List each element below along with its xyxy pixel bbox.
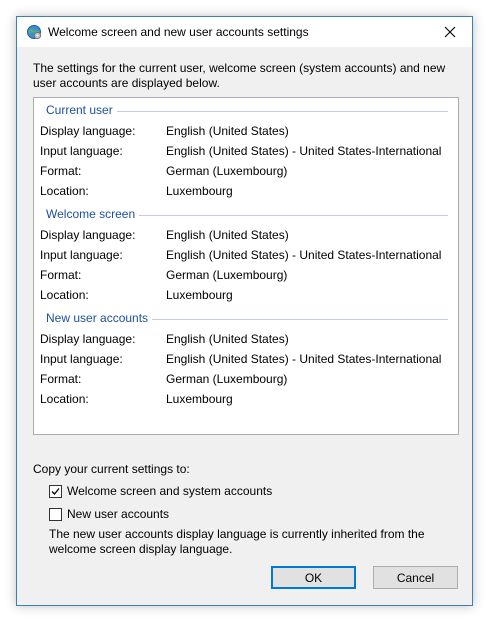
checkbox-box[interactable] xyxy=(49,507,62,521)
setting-label: Display language: xyxy=(40,332,136,346)
setting-label: Input language: xyxy=(40,248,123,262)
setting-label: Display language: xyxy=(40,124,136,138)
setting-row: Input language: English (United States) … xyxy=(40,248,452,264)
setting-label: Format: xyxy=(40,372,82,386)
setting-row: Display language: English (United States… xyxy=(40,124,452,140)
setting-value: Luxembourg xyxy=(166,288,233,302)
setting-row: Format: German (Luxembourg) xyxy=(40,164,452,180)
setting-row: Location: Luxembourg xyxy=(40,288,452,304)
title-bar[interactable]: Welcome screen and new user accounts set… xyxy=(17,17,472,47)
setting-value: Luxembourg xyxy=(166,184,233,198)
welcome-screen-checkbox[interactable]: Welcome screen and system accounts xyxy=(49,483,272,499)
setting-label: Location: xyxy=(40,288,89,302)
setting-label: Input language: xyxy=(40,144,123,158)
setting-row: Display language: English (United States… xyxy=(40,332,452,348)
setting-label: Location: xyxy=(40,184,89,198)
close-button[interactable] xyxy=(427,17,472,47)
window-title: Welcome screen and new user accounts set… xyxy=(48,25,309,39)
settings-panel: Current user Display language: English (… xyxy=(33,97,459,435)
inheritance-note: The new user accounts display language i… xyxy=(49,527,425,556)
setting-row: Location: Luxembourg xyxy=(40,392,452,408)
setting-value: English (United States) - United States-… xyxy=(166,144,442,158)
intro-text: The settings for the current user, welco… xyxy=(33,61,446,90)
setting-row: Location: Luxembourg xyxy=(40,184,452,200)
setting-value: German (Luxembourg) xyxy=(166,372,288,386)
new-user-accounts-checkbox-label[interactable]: New user accounts xyxy=(67,507,169,521)
checkmark-icon xyxy=(51,487,60,495)
setting-value: German (Luxembourg) xyxy=(166,268,288,282)
setting-label: Location: xyxy=(40,392,89,406)
setting-row: Format: German (Luxembourg) xyxy=(40,268,452,284)
new-user-accounts-checkbox[interactable]: New user accounts xyxy=(49,506,169,522)
setting-value: English (United States) xyxy=(166,332,289,346)
ok-button[interactable]: OK xyxy=(271,566,356,589)
globe-settings-icon xyxy=(26,24,42,40)
setting-label: Display language: xyxy=(40,228,136,242)
setting-row: Input language: English (United States) … xyxy=(40,352,452,368)
welcome-screen-checkbox-label[interactable]: Welcome screen and system accounts xyxy=(67,484,272,498)
dialog-window: Welcome screen and new user accounts set… xyxy=(16,16,473,606)
setting-row: Format: German (Luxembourg) xyxy=(40,372,452,388)
group-title: Current user xyxy=(46,103,117,117)
setting-value: English (United States) xyxy=(166,124,289,138)
setting-label: Input language: xyxy=(40,352,123,366)
group-header: Welcome screen xyxy=(46,207,448,223)
setting-value: English (United States) - United States-… xyxy=(166,248,442,262)
group-title: New user accounts xyxy=(46,311,153,325)
setting-label: Format: xyxy=(40,164,82,178)
close-icon xyxy=(444,26,455,38)
setting-value: English (United States) xyxy=(166,228,289,242)
group-header: Current user xyxy=(46,103,448,119)
checkbox-box[interactable] xyxy=(49,484,62,498)
copy-settings-label: Copy your current settings to: xyxy=(33,462,190,476)
cancel-button[interactable]: Cancel xyxy=(373,566,458,589)
group-title: Welcome screen xyxy=(46,207,140,221)
group-header: New user accounts xyxy=(46,311,448,327)
setting-value: Luxembourg xyxy=(166,392,233,406)
setting-row: Input language: English (United States) … xyxy=(40,144,452,160)
setting-value: English (United States) - United States-… xyxy=(166,352,442,366)
setting-label: Format: xyxy=(40,268,82,282)
setting-row: Display language: English (United States… xyxy=(40,228,452,244)
setting-value: German (Luxembourg) xyxy=(166,164,288,178)
